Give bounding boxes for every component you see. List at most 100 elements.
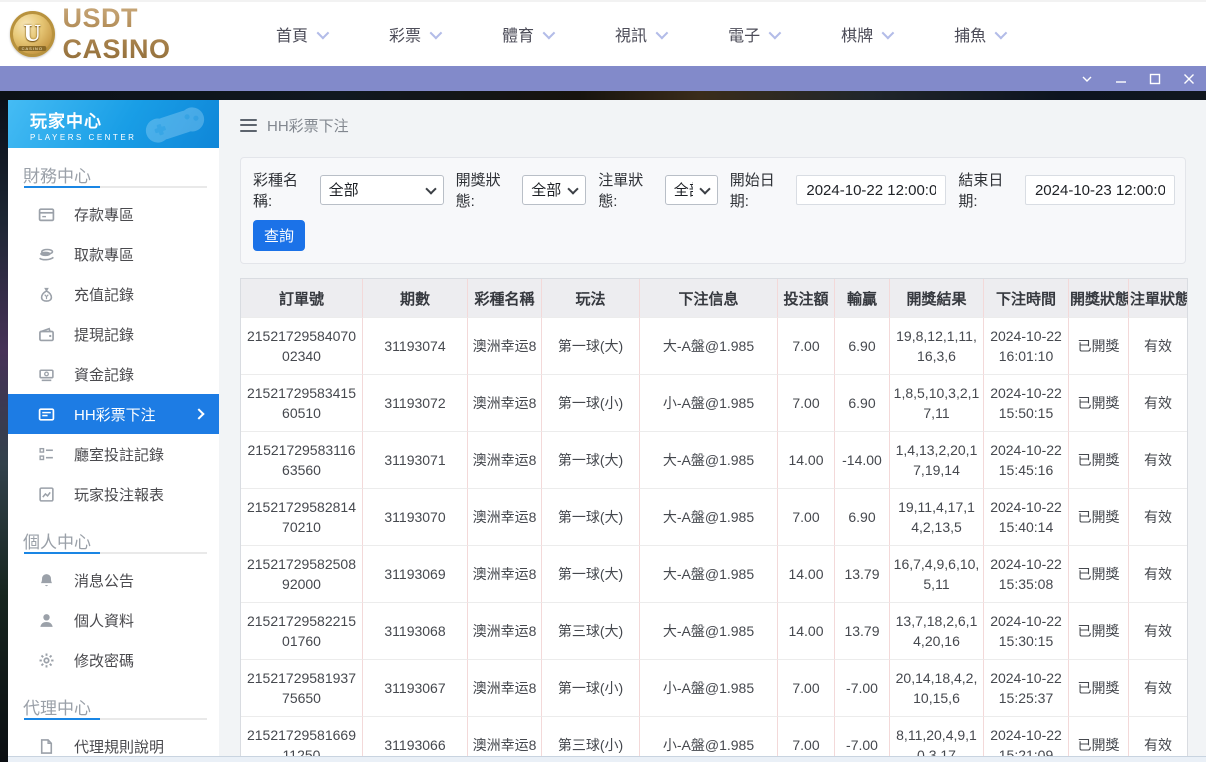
table-cell: 有效 — [1128, 431, 1187, 488]
nav-item-label: 電子 — [728, 22, 760, 46]
nav-item-label: 視訊 — [615, 22, 647, 46]
table-cell: 有效 — [1128, 374, 1187, 431]
table-cell: 澳洲幸运8 — [467, 545, 541, 602]
background-left-edge — [0, 100, 8, 762]
column-header: 玩法 — [541, 279, 639, 317]
section-divider — [24, 552, 207, 554]
user-icon — [37, 611, 55, 629]
sidebar: 玩家中心 PLAYERS CENTER 財務中心存款專區取款專區充值記錄提現記錄… — [8, 100, 219, 762]
sidebar-item-提現記錄[interactable]: 提現記錄 — [8, 314, 219, 354]
sidebar-item-個人資料[interactable]: 個人資料 — [8, 600, 219, 640]
nav-item-彩票[interactable]: 彩票 — [389, 22, 439, 46]
coin-letter: U — [24, 21, 41, 48]
order-status-label: 注單狀態: — [598, 169, 660, 211]
table-cell: 大-A盤@1.985 — [639, 545, 777, 602]
close-icon[interactable] — [1180, 70, 1198, 88]
table-cell: -7.00 — [834, 659, 889, 716]
sidebar-item-HH彩票下注[interactable]: HH彩票下注 — [8, 394, 219, 434]
brand-logo[interactable]: U CASINO USDT CASINO — [10, 3, 248, 65]
table-cell: 第一球(大) — [541, 488, 639, 545]
top-nav-menu: 首頁 彩票 體育 視訊 電子 棋牌 捕魚 — [276, 22, 1004, 46]
table-cell: 2024-10-22 15:35:08 — [983, 545, 1068, 602]
sidebar-item-取款專區[interactable]: 取款專區 — [8, 234, 219, 274]
minimize-icon[interactable] — [1112, 70, 1130, 88]
search-button[interactable]: 查詢 — [253, 220, 305, 251]
nav-item-棋牌[interactable]: 棋牌 — [841, 22, 891, 46]
menu-toggle-icon[interactable] — [240, 119, 257, 132]
gear-icon — [37, 651, 55, 669]
section-divider — [24, 186, 207, 188]
table-cell: 大-A盤@1.985 — [639, 602, 777, 659]
table-cell: 小-A盤@1.985 — [639, 374, 777, 431]
brand-name: USDT CASINO — [63, 3, 248, 65]
maximize-icon[interactable] — [1146, 70, 1164, 88]
sidebar-item-label: 資金記錄 — [74, 364, 134, 385]
funds-record-icon — [37, 365, 55, 383]
table-cell: 14.00 — [777, 431, 834, 488]
order-status-select[interactable]: 全部 — [665, 175, 718, 205]
sidebar-item-玩家投注報表[interactable]: 玩家投注報表 — [8, 474, 219, 514]
bet-report-icon — [37, 485, 55, 503]
table-cell: 20,14,18,4,2,10,15,6 — [889, 659, 983, 716]
horizontal-scrollbar[interactable] — [8, 756, 1206, 762]
sidebar-item-label: 提現記錄 — [74, 324, 134, 345]
recharge-record-icon — [37, 285, 55, 303]
chevron-down-icon — [543, 26, 556, 39]
gamepad-icon — [139, 104, 211, 146]
lottery-name-label: 彩種名稱: — [253, 169, 315, 211]
sidebar-item-資金記錄[interactable]: 資金記錄 — [8, 354, 219, 394]
section-divider — [24, 718, 207, 720]
table-cell: 第一球(小) — [541, 374, 639, 431]
table-row: 215217295822150176031193068澳洲幸运8第三球(大)大-… — [241, 602, 1187, 659]
table-cell: 有效 — [1128, 659, 1187, 716]
table-cell: 已開獎 — [1068, 488, 1128, 545]
table-cell: 7.00 — [777, 488, 834, 545]
table-cell: 小-A盤@1.985 — [639, 659, 777, 716]
nav-item-視訊[interactable]: 視訊 — [615, 22, 665, 46]
sidebar-item-label: 個人資料 — [74, 610, 134, 631]
table-cell: 13,7,18,2,6,14,20,16 — [889, 602, 983, 659]
sidebar-item-label: 存款專區 — [74, 204, 134, 225]
table-cell: 1,4,13,2,20,17,19,14 — [889, 431, 983, 488]
table-cell: 澳洲幸运8 — [467, 488, 541, 545]
sidebar-item-label: 廳室投註記錄 — [74, 444, 164, 465]
end-date-input[interactable] — [1025, 175, 1175, 205]
table-cell: 13.79 — [834, 545, 889, 602]
table-cell: 第三球(大) — [541, 602, 639, 659]
sidebar-item-消息公告[interactable]: 消息公告 — [8, 560, 219, 600]
nav-item-label: 彩票 — [389, 22, 421, 46]
table-cell: 31193069 — [362, 545, 467, 602]
column-header: 期數 — [362, 279, 467, 317]
nav-item-捕魚[interactable]: 捕魚 — [954, 22, 1004, 46]
column-header: 彩種名稱 — [467, 279, 541, 317]
content-area: HH彩票下注 彩種名稱: 全部 開獎狀態: 全部 注單狀態: 全部 開始日期: … — [219, 100, 1206, 762]
window-titlebar — [0, 66, 1206, 91]
table-cell: 2152172958281470210 — [241, 488, 362, 545]
nav-item-體育[interactable]: 體育 — [502, 22, 552, 46]
sidebar-item-修改密碼[interactable]: 修改密碼 — [8, 640, 219, 680]
top-navbar: U CASINO USDT CASINO 首頁 彩票 體育 視訊 電子 棋牌 捕魚 — [0, 0, 1206, 66]
lottery-name-select[interactable]: 全部 — [320, 175, 444, 205]
nav-item-電子[interactable]: 電子 — [728, 22, 778, 46]
table-cell: 2024-10-22 15:25:37 — [983, 659, 1068, 716]
chevron-down-icon — [430, 26, 443, 39]
table-row: 215217295834156051031193072澳洲幸运8第一球(小)小-… — [241, 374, 1187, 431]
table-cell: 6.90 — [834, 317, 889, 374]
dropdown-chevron-icon[interactable] — [1078, 70, 1096, 88]
sidebar-item-充值記錄[interactable]: 充值記錄 — [8, 274, 219, 314]
table-cell: 31193067 — [362, 659, 467, 716]
sidebar-item-存款專區[interactable]: 存款專區 — [8, 194, 219, 234]
start-date-input[interactable] — [796, 175, 946, 205]
nav-item-首頁[interactable]: 首頁 — [276, 22, 326, 46]
table-cell: 2152172958341560510 — [241, 374, 362, 431]
table-cell: 澳洲幸运8 — [467, 431, 541, 488]
sidebar-item-label: 修改密碼 — [74, 650, 134, 671]
draw-status-select[interactable]: 全部 — [522, 175, 586, 205]
document-icon — [37, 737, 55, 755]
sidebar-item-廳室投註記錄[interactable]: 廳室投註記錄 — [8, 434, 219, 474]
sidebar-item-label: 充值記錄 — [74, 284, 134, 305]
table-cell: 14.00 — [777, 545, 834, 602]
column-header: 下注信息 — [639, 279, 777, 317]
table-cell: 已開獎 — [1068, 317, 1128, 374]
sidebar-item-label: 代理規則說明 — [74, 736, 164, 757]
